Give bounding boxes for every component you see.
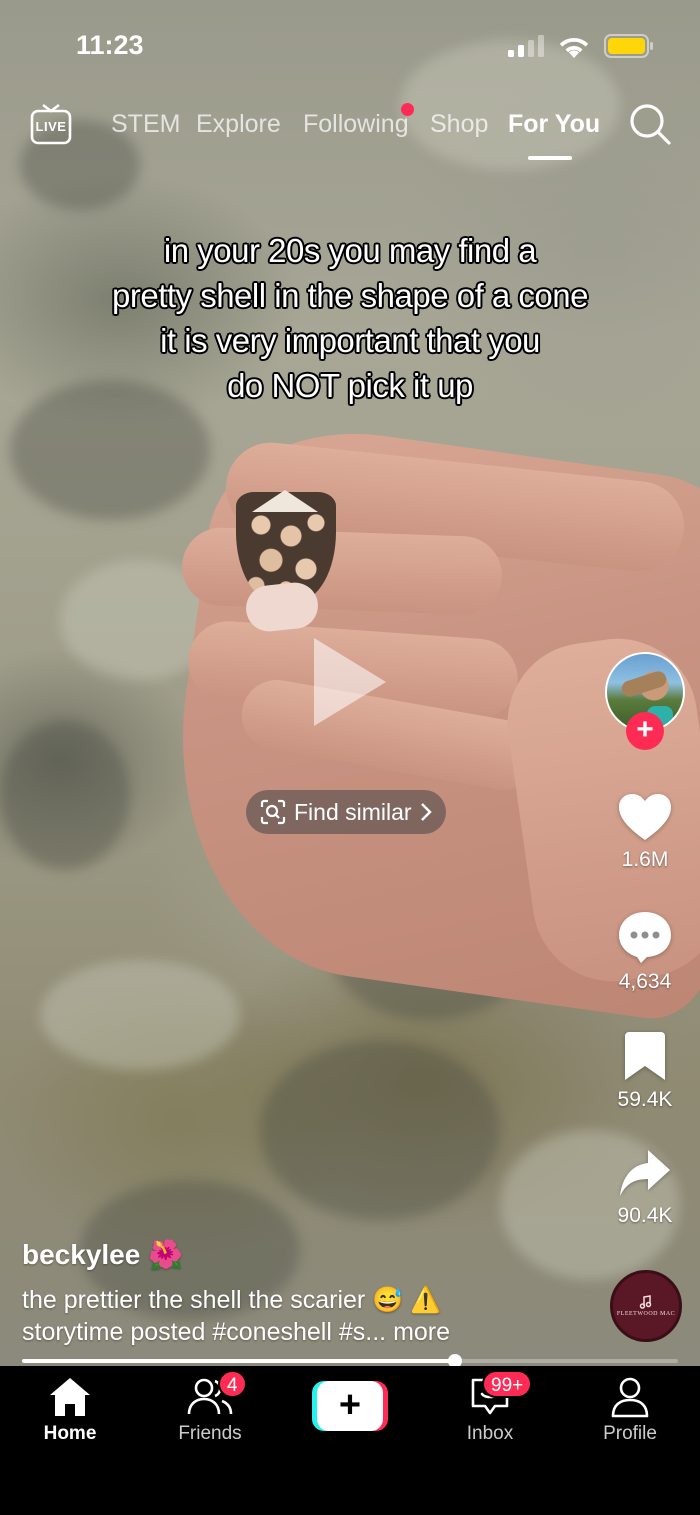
tab-shop[interactable]: Shop	[430, 110, 488, 139]
description-line-1: the prettier the shell the scarier 😅 ⚠️	[22, 1284, 582, 1316]
bookmark-icon	[625, 1032, 665, 1080]
play-button[interactable]	[310, 632, 390, 732]
create-button[interactable]: +	[312, 1381, 388, 1431]
plus-icon: +	[317, 1381, 383, 1431]
following-notification-dot	[401, 103, 414, 116]
caption-line: it is very important that you	[160, 322, 540, 359]
tab-profile[interactable]: Profile	[580, 1376, 680, 1445]
texture-speck	[40, 960, 240, 1070]
hashtag-truncated[interactable]: #s...	[339, 1318, 386, 1346]
live-label: LIVE	[35, 119, 67, 134]
search-button[interactable]	[628, 102, 672, 146]
texture-speck	[260, 1040, 500, 1220]
more-link[interactable]: more	[393, 1318, 450, 1346]
music-note-icon	[639, 1295, 652, 1309]
inbox-badge: 99+	[482, 1370, 533, 1398]
friends-label: Friends	[178, 1423, 242, 1444]
bottom-tab-bar: Home Friends 4 + Inbox 99+ Profile	[0, 1366, 700, 1515]
music-brand-text: FLEETWOOD MAC	[616, 1311, 676, 1317]
inbox-label: Inbox	[466, 1423, 514, 1444]
caption-line: in your 20s you may find a	[163, 232, 537, 269]
caption-line: do NOT pick it up	[227, 367, 473, 404]
heart-icon	[619, 794, 671, 840]
find-similar-label: Find similar	[294, 798, 412, 825]
video-caption: in your 20s you may find a pretty shell …	[40, 228, 660, 408]
share-count: 90.4K	[617, 1204, 673, 1227]
profile-label: Profile	[603, 1423, 657, 1444]
tab-explore[interactable]: Explore	[196, 110, 281, 139]
tab-for-you[interactable]: For You	[508, 110, 600, 139]
wifi-icon	[559, 37, 589, 58]
caption-line: pretty shell in the shape of a cone	[112, 277, 589, 314]
battery-icon	[604, 34, 653, 58]
tab-home[interactable]: Home	[20, 1376, 120, 1445]
like-button[interactable]: 1.6M	[600, 792, 690, 872]
find-similar-button[interactable]: Find similar	[246, 790, 446, 834]
follow-button[interactable]: +	[626, 712, 664, 750]
chevron-right-icon	[420, 803, 432, 821]
tab-stem[interactable]: STEM	[111, 110, 180, 139]
search-icon	[630, 104, 671, 145]
texture-speck	[0, 720, 130, 870]
save-count: 59.4K	[617, 1088, 673, 1111]
post-description[interactable]: the prettier the shell the scarier 😅 ⚠️ …	[22, 1284, 582, 1348]
music-disc[interactable]: FLEETWOOD MAC	[610, 1270, 682, 1342]
comment-button[interactable]: 4,634	[600, 910, 690, 994]
status-icons	[508, 34, 654, 58]
visual-search-icon	[260, 799, 286, 825]
play-icon	[314, 638, 386, 726]
friends-badge: 4	[218, 1370, 247, 1398]
status-time: 11:23	[76, 30, 144, 60]
share-arrow-icon	[620, 1150, 670, 1196]
comment-count: 4,634	[618, 970, 672, 993]
comment-icon	[619, 912, 671, 963]
hibiscus-emoji: 🌺	[148, 1239, 184, 1270]
description-line-2: storytime posted #coneshell #s... more	[22, 1316, 582, 1348]
creator-username[interactable]: beckylee 🌺	[22, 1238, 183, 1271]
share-button[interactable]: 90.4K	[600, 1148, 690, 1228]
like-count: 1.6M	[621, 848, 669, 871]
profile-icon	[611, 1377, 649, 1418]
top-nav: LIVE STEM Explore Following Shop For You	[0, 100, 700, 160]
description-text: the prettier the shell the scarier	[22, 1286, 366, 1314]
progress-fill	[22, 1359, 455, 1363]
description-emojis: 😅 ⚠️	[372, 1286, 442, 1314]
avatar-hair	[619, 669, 669, 699]
username-text: beckylee	[22, 1238, 141, 1270]
save-button[interactable]: 59.4K	[600, 1030, 690, 1112]
signal-icon	[508, 35, 544, 57]
active-tab-indicator	[528, 156, 572, 160]
hashtag-coneshell[interactable]: #coneshell	[212, 1318, 332, 1346]
description-text-2: storytime posted	[22, 1318, 206, 1346]
video-progress-bar[interactable]	[22, 1354, 678, 1368]
live-button[interactable]: LIVE	[30, 102, 72, 145]
home-label: Home	[43, 1423, 97, 1444]
thumb	[180, 526, 504, 616]
home-icon	[50, 1378, 90, 1416]
tab-following[interactable]: Following	[303, 110, 409, 139]
